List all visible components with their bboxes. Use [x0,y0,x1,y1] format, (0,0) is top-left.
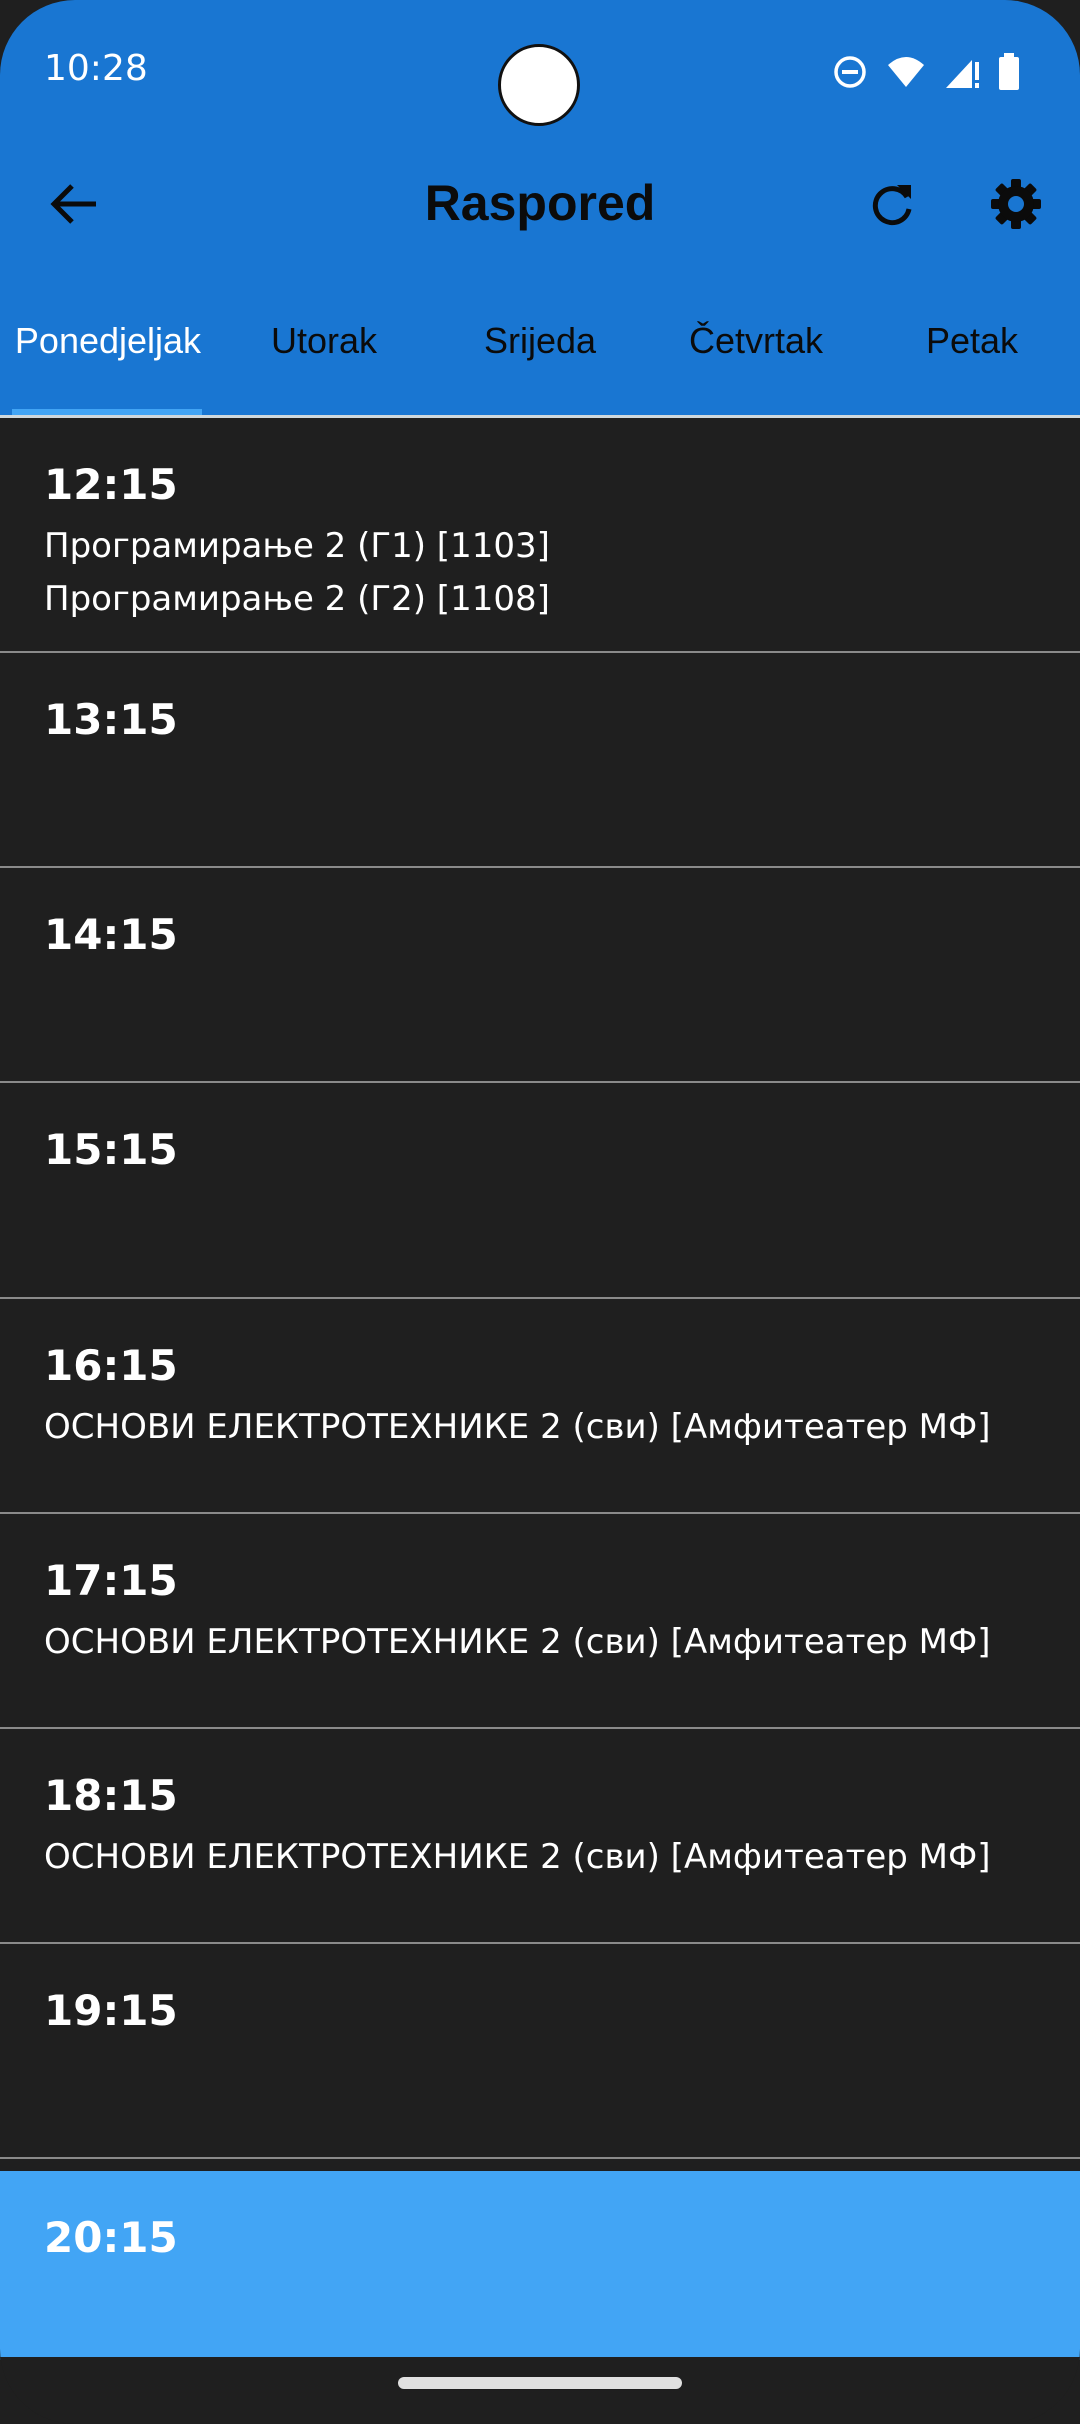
phone-screen: 10:28 Raspored Ponedjeljak Utorak Srijed… [0,0,1080,2424]
schedule-row[interactable]: 12:15 Програмирање 2 (Г1) [1103] Програм… [0,415,1080,651]
class-entry: ОСНОВИ ЕЛЕКТРОТЕХНИКЕ 2 (сви) [Амфитеате… [44,1407,991,1447]
tab-label: Srijeda [483,320,597,361]
slot-time: 13:15 [44,695,178,744]
slot-time: 12:15 [44,460,178,509]
signal-icon [944,54,980,90]
tab-label: Ponedjeljak [14,320,202,361]
battery-icon [998,53,1020,91]
gear-icon [989,177,1043,236]
slot-time: 20:15 [44,2213,178,2262]
slot-time: 18:15 [44,1771,178,1820]
schedule-row[interactable]: 19:15 [0,1942,1080,2157]
slot-entries: ОСНОВИ ЕЛЕКТРОТЕХНИКЕ 2 (сви) [Амфитеате… [44,1616,991,1669]
tab-petak[interactable]: Petak [864,300,1080,415]
schedule-row[interactable]: 18:15 ОСНОВИ ЕЛЕКТРОТЕХНИКЕ 2 (сви) [Амф… [0,1727,1080,1942]
schedule-row[interactable]: 16:15 ОСНОВИ ЕЛЕКТРОТЕХНИКЕ 2 (сви) [Амф… [0,1297,1080,1512]
class-entry: Програмирање 2 (Г1) [1103] [44,526,550,566]
slot-entries: Програмирање 2 (Г1) [1103] Програмирање … [44,520,550,626]
class-entry: ОСНОВИ ЕЛЕКТРОТЕХНИКЕ 2 (сви) [Амфитеате… [44,1622,991,1662]
class-entry: Програмирање 2 (Г2) [1108] [44,579,550,619]
class-entry: ОСНОВИ ЕЛЕКТРОТЕХНИКЕ 2 (сви) [Амфитеате… [44,1837,991,1877]
tab-label: Četvrtak [688,320,824,361]
slot-time: 14:15 [44,910,178,959]
app-bar: 10:28 Raspored Ponedjeljak Utorak Srijed… [0,0,1080,415]
tab-label: Utorak [270,320,378,361]
schedule-row-current[interactable]: 20:15 [0,2171,1080,2360]
tab-srijeda[interactable]: Srijeda [432,300,648,415]
slot-entries: ОСНОВИ ЕЛЕКТРОТЕХНИКЕ 2 (сви) [Амфитеате… [44,1401,991,1454]
refresh-icon [867,179,917,234]
tab-utorak[interactable]: Utorak [216,300,432,415]
tab-ponedjeljak[interactable]: Ponedjeljak [0,300,216,415]
status-time: 10:28 [44,48,148,89]
settings-button[interactable] [982,172,1050,240]
schedule-row[interactable]: 17:15 ОСНОВИ ЕЛЕКТРОТЕХНИКЕ 2 (сви) [Амф… [0,1512,1080,1727]
schedule-row[interactable]: 14:15 [0,866,1080,1081]
home-handle[interactable] [398,2377,682,2389]
schedule-row[interactable]: 15:15 [0,1081,1080,1297]
slot-entries: ОСНОВИ ЕЛЕКТРОТЕХНИКЕ 2 (сви) [Амфитеате… [44,1831,991,1884]
tab-label: Petak [925,320,1019,361]
slot-time: 17:15 [44,1556,178,1605]
refresh-button[interactable] [858,172,926,240]
camera-cutout [498,44,580,126]
slot-time: 19:15 [44,1986,178,2035]
gesture-nav-bar [0,2357,1080,2424]
wifi-icon [886,55,926,89]
day-tabs: Ponedjeljak Utorak Srijeda Četvrtak Peta… [0,300,1080,415]
tab-cetvrtak[interactable]: Četvrtak [648,300,864,415]
status-icons [832,52,1020,92]
do-not-disturb-icon [832,54,868,90]
status-bar: 10:28 [0,0,1080,140]
slot-time: 15:15 [44,1125,178,1174]
slot-time: 16:15 [44,1341,178,1390]
schedule-list[interactable]: 12:15 Програмирање 2 (Г1) [1103] Програм… [0,415,1080,2360]
row-divider [0,2157,1080,2171]
schedule-row[interactable]: 13:15 [0,651,1080,866]
toolbar: Raspored [0,150,1080,260]
